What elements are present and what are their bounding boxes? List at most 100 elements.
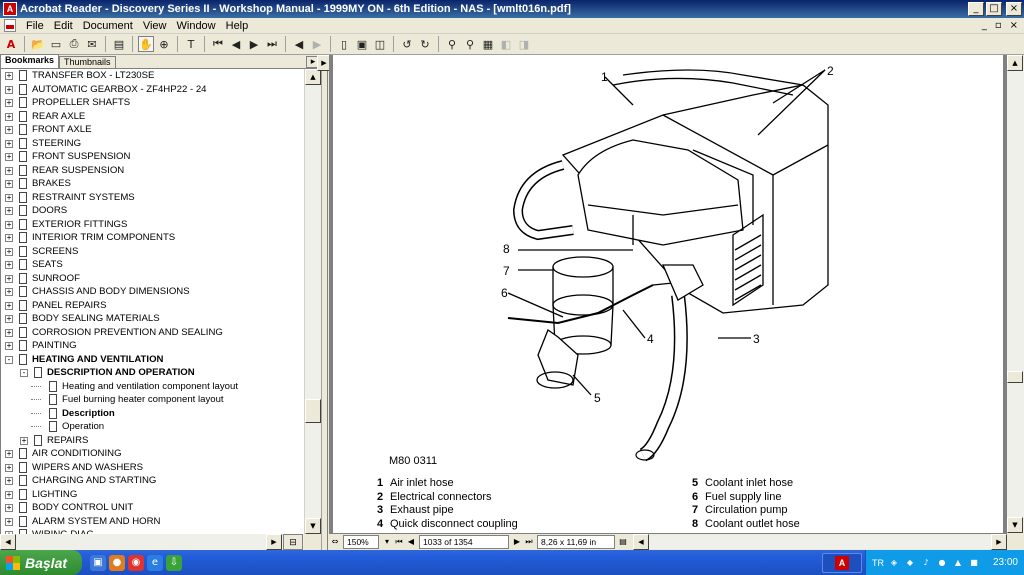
- go-back-icon[interactable]: ◀: [291, 36, 307, 52]
- bookmark-item[interactable]: + BODY SEALING MATERIALS: [1, 312, 304, 326]
- show-hide-nav-icon[interactable]: ▤: [111, 36, 127, 52]
- acrobat-icon[interactable]: A: [3, 36, 19, 52]
- bookmark-item[interactable]: - HEATING AND VENTILATION: [1, 353, 304, 367]
- bookmark-item[interactable]: + LIGHTING: [1, 488, 304, 502]
- expand-icon[interactable]: +: [5, 72, 13, 80]
- bookmark-vertical-scrollbar[interactable]: ▲ ▼: [304, 69, 321, 534]
- last-page-button[interactable]: ⏭: [523, 535, 535, 549]
- bookmark-item[interactable]: + CHASSIS AND BODY DIMENSIONS: [1, 285, 304, 299]
- expand-icon[interactable]: +: [5, 504, 13, 512]
- expand-icon[interactable]: +: [5, 207, 13, 215]
- search-results-icon[interactable]: ▦: [480, 36, 496, 52]
- antivirus-icon[interactable]: ◆: [904, 557, 916, 569]
- start-button[interactable]: Başlat: [0, 550, 82, 575]
- bookmark-item[interactable]: + REPAIRS: [1, 434, 304, 448]
- menu-help[interactable]: Help: [221, 20, 254, 32]
- expand-icon[interactable]: +: [5, 274, 13, 283]
- page-layout-icon[interactable]: ▤: [617, 535, 629, 549]
- menu-edit[interactable]: Edit: [49, 20, 78, 32]
- doc-minimize-button[interactable]: _: [982, 20, 987, 31]
- document-icon[interactable]: [4, 19, 16, 32]
- minimize-button[interactable]: _: [968, 2, 984, 16]
- maximize-button[interactable]: □: [986, 2, 1002, 16]
- bookmark-item[interactable]: + SCREENS: [1, 245, 304, 259]
- next-page-icon[interactable]: ▶: [246, 36, 262, 52]
- expand-icon[interactable]: +: [5, 450, 13, 458]
- expand-icon[interactable]: +: [5, 99, 13, 107]
- bookmark-item[interactable]: + CHARGING AND STARTING: [1, 474, 304, 488]
- bookmark-item[interactable]: + PROPELLER SHAFTS: [1, 96, 304, 110]
- expand-icon[interactable]: +: [5, 328, 13, 337]
- go-forward-icon[interactable]: ▶: [309, 36, 325, 52]
- bookmark-item[interactable]: + FRONT SUSPENSION: [1, 150, 304, 164]
- network-icon[interactable]: ◈: [888, 557, 900, 569]
- doc-scroll-down-button[interactable]: ▼: [1007, 517, 1023, 533]
- bookmark-item[interactable]: + FRONT AXLE: [1, 123, 304, 137]
- bookmark-item[interactable]: - DESCRIPTION AND OPERATION: [1, 366, 304, 380]
- security-icon[interactable]: ■: [968, 557, 980, 569]
- bookmark-item[interactable]: + EXTERIOR FITTINGS: [1, 218, 304, 232]
- download-icon[interactable]: ⇩: [166, 554, 182, 571]
- bookmark-item[interactable]: + STEERING: [1, 137, 304, 151]
- bookmark-item[interactable]: Description: [1, 407, 304, 421]
- bookmark-item[interactable]: + PAINTING: [1, 339, 304, 353]
- title-bar[interactable]: A Acrobat Reader - Discovery Series II -…: [0, 0, 1024, 18]
- expand-icon[interactable]: +: [5, 220, 13, 229]
- bookmark-horizontal-scrollbar[interactable]: ◀ ▶: [0, 534, 304, 550]
- messenger-icon[interactable]: ●: [936, 557, 948, 569]
- doc-restore-button[interactable]: ▫: [995, 20, 1002, 31]
- pane-splitter[interactable]: ▶: [317, 55, 331, 550]
- bookmark-item[interactable]: + ALARM SYSTEM AND HORN: [1, 515, 304, 529]
- document-horizontal-scrollbar[interactable]: ◀ ▶: [633, 534, 1007, 550]
- doc-scroll-left-button[interactable]: ◀: [633, 534, 649, 550]
- expand-icon[interactable]: +: [5, 477, 13, 485]
- split-icon[interactable]: ⇔: [329, 535, 341, 549]
- search-icon[interactable]: ⚲: [462, 36, 478, 52]
- print-icon[interactable]: ⎙: [66, 36, 82, 52]
- fit-page-icon[interactable]: ▣: [354, 36, 370, 52]
- collapse-icon[interactable]: -: [5, 355, 13, 364]
- expand-icon[interactable]: +: [5, 315, 13, 323]
- expand-icon[interactable]: +: [5, 234, 13, 242]
- bookmark-item[interactable]: Fuel burning heater component layout: [1, 393, 304, 407]
- text-select-icon[interactable]: T: [183, 36, 199, 52]
- safely-remove-icon[interactable]: ▲: [952, 557, 964, 569]
- bookmark-item[interactable]: + PANEL REPAIRS: [1, 299, 304, 313]
- bookmark-options-icon[interactable]: ⊟: [283, 534, 303, 550]
- expand-icon[interactable]: +: [5, 261, 13, 269]
- first-page-button[interactable]: ⏮: [393, 535, 405, 549]
- bookmark-item[interactable]: + RESTRAINT SYSTEMS: [1, 191, 304, 205]
- tab-thumbnails[interactable]: Thumbnails: [59, 56, 116, 68]
- bookmark-item[interactable]: Heating and ventilation component layout: [1, 380, 304, 394]
- doc-close-button[interactable]: ×: [1010, 20, 1018, 31]
- doc-scroll-up-button[interactable]: ▲: [1007, 55, 1023, 71]
- bookmark-item[interactable]: + AUTOMATIC GEARBOX - ZF4HP22 - 24: [1, 83, 304, 97]
- scroll-down-button[interactable]: ▼: [305, 518, 321, 534]
- first-page-icon[interactable]: ⏮: [210, 36, 226, 52]
- scroll-left-button[interactable]: ◀: [0, 534, 16, 550]
- expand-icon[interactable]: +: [5, 112, 13, 121]
- expand-icon[interactable]: +: [5, 166, 13, 175]
- expand-icon[interactable]: +: [5, 153, 13, 161]
- actual-size-icon[interactable]: ▯: [336, 36, 352, 52]
- expand-icon[interactable]: +: [5, 85, 13, 94]
- expand-icon[interactable]: +: [5, 301, 13, 310]
- doc-scroll-thumb[interactable]: [1007, 371, 1023, 383]
- bookmark-item[interactable]: + REAR SUSPENSION: [1, 164, 304, 178]
- expand-icon[interactable]: +: [5, 342, 13, 350]
- previous-page-icon[interactable]: ◀: [228, 36, 244, 52]
- zoom-dropdown-icon[interactable]: ▾: [381, 535, 393, 549]
- save-icon[interactable]: ▭: [48, 36, 64, 52]
- find-icon[interactable]: ⚲: [444, 36, 460, 52]
- bookmark-item[interactable]: + SEATS: [1, 258, 304, 272]
- scroll-thumb[interactable]: [305, 399, 321, 423]
- fit-width-icon[interactable]: ◫: [372, 36, 388, 52]
- expand-icon[interactable]: +: [5, 193, 13, 202]
- zoom-field[interactable]: 150%: [343, 535, 379, 549]
- expand-icon[interactable]: +: [5, 139, 13, 148]
- last-page-icon[interactable]: ⏭: [264, 36, 280, 52]
- previous-highlight-icon[interactable]: ◧: [498, 36, 514, 52]
- media-player-icon[interactable]: ◉: [128, 554, 144, 571]
- expand-icon[interactable]: +: [5, 490, 13, 499]
- bookmark-item[interactable]: Operation: [1, 420, 304, 434]
